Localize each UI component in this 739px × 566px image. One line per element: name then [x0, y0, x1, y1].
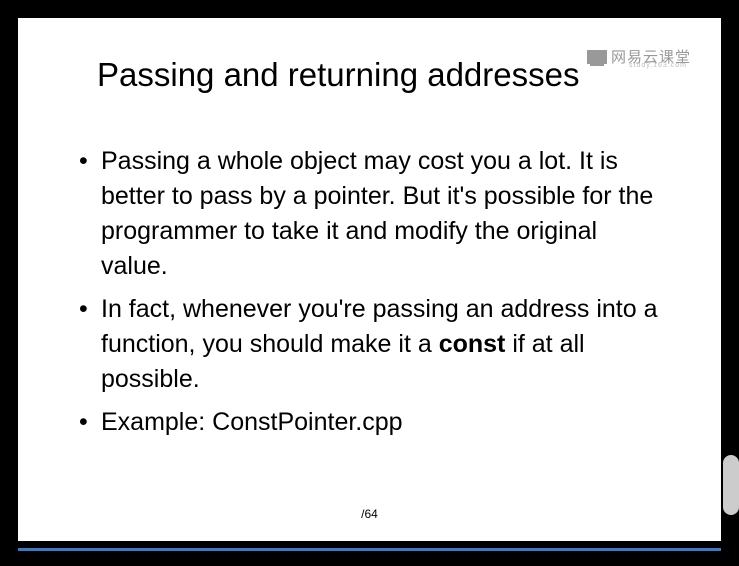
progress-bar[interactable]	[18, 548, 721, 551]
bullet-text-bold: const	[439, 330, 506, 358]
bullet-item: Passing a whole object may cost you a lo…	[73, 144, 666, 284]
scrollbar-thumb[interactable]	[723, 455, 739, 515]
monitor-icon	[587, 50, 607, 64]
bullet-text: Example: ConstPointer.cpp	[101, 408, 403, 436]
watermark-subtext: study.163.com	[629, 62, 687, 69]
slide-container: 网易云课堂 study.163.com Passing and returnin…	[18, 18, 721, 541]
bullet-item: In fact, whenever you're passing an addr…	[73, 292, 666, 397]
bullet-list: Passing a whole object may cost you a lo…	[73, 144, 666, 440]
page-number: /64	[361, 507, 378, 521]
bullet-text: Passing a whole object may cost you a lo…	[101, 147, 653, 280]
slide-title: Passing and returning addresses	[97, 56, 666, 94]
bullet-item: Example: ConstPointer.cpp	[73, 405, 666, 440]
